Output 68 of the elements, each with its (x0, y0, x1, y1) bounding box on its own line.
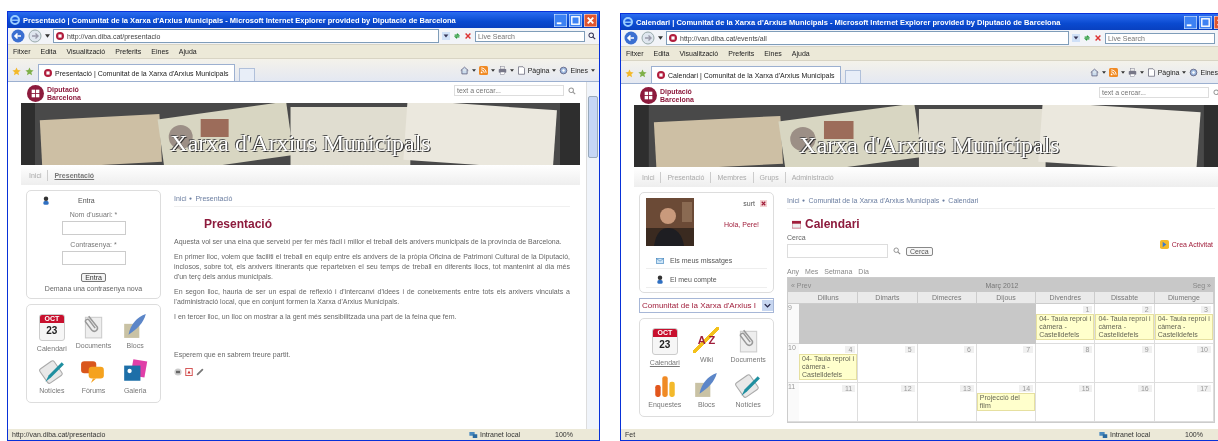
speech-bubbles-icon[interactable] (80, 358, 107, 384)
back-button[interactable] (624, 31, 638, 45)
input-field[interactable] (61, 221, 126, 235)
caret-icon[interactable] (552, 68, 557, 72)
caret-icon[interactable] (471, 68, 476, 72)
site-icon (44, 69, 52, 77)
refresh-icon[interactable] (1083, 34, 1091, 42)
caret-icon (762, 300, 773, 311)
star-icon[interactable] (12, 67, 21, 76)
caret-icon[interactable] (1139, 70, 1144, 74)
caret-icon[interactable] (442, 32, 450, 40)
browser-icon (10, 15, 20, 25)
calendar-day: 23 (652, 337, 677, 353)
link-icon[interactable] (196, 368, 204, 376)
photos-icon[interactable] (122, 358, 149, 384)
print-icon[interactable] (174, 368, 182, 376)
stop-icon[interactable] (1094, 34, 1102, 42)
browser-icon (623, 17, 633, 27)
add-favorite-icon[interactable] (25, 67, 34, 76)
back-button[interactable] (11, 29, 25, 43)
caret-icon[interactable] (658, 36, 663, 40)
breadcrumb-separator (189, 197, 193, 200)
caret-icon[interactable] (1072, 34, 1080, 42)
caret-icon[interactable] (1120, 70, 1125, 74)
caret-icon[interactable] (45, 34, 50, 38)
quill-icon[interactable] (693, 372, 720, 398)
quill-icon[interactable] (122, 313, 149, 339)
network-icon (1099, 430, 1108, 439)
site-icon (657, 71, 665, 79)
refresh-icon[interactable] (453, 32, 461, 40)
minimize-button[interactable] (1184, 15, 1197, 29)
caret-icon[interactable] (490, 68, 495, 72)
maximize-button[interactable] (1199, 15, 1212, 29)
gear-icon (1189, 67, 1199, 77)
page-title: Calendari (805, 217, 860, 231)
caret-icon[interactable] (1101, 70, 1106, 74)
add-favorite-icon[interactable] (638, 69, 647, 78)
search-icon[interactable] (588, 32, 596, 40)
pdf-icon[interactable] (185, 368, 193, 376)
page-icon (516, 65, 526, 75)
gear-icon (559, 65, 569, 75)
close-icon[interactable] (760, 200, 767, 207)
scrollbar[interactable] (586, 82, 599, 429)
calendar-icon (792, 219, 801, 229)
user-icon (42, 196, 50, 205)
star-icon[interactable] (625, 69, 634, 78)
caret-icon[interactable] (509, 68, 514, 72)
add-event-icon (1159, 240, 1169, 249)
calendar-day: 23 (39, 323, 64, 339)
caret-icon[interactable] (1182, 70, 1187, 74)
breadcrumb-separator (942, 199, 946, 202)
network-icon (469, 430, 478, 439)
caret-icon[interactable] (591, 68, 595, 72)
maximize-button[interactable] (569, 13, 582, 27)
minimize-button[interactable] (554, 13, 567, 27)
site-icon (669, 34, 677, 42)
print-icon[interactable] (1127, 67, 1137, 77)
input-field[interactable] (61, 251, 126, 265)
site-icon (56, 32, 64, 40)
stop-icon[interactable] (464, 32, 472, 40)
envelope-icon (656, 256, 664, 265)
print-icon[interactable] (497, 65, 507, 75)
page-title: Presentació (204, 217, 274, 231)
user-icon (656, 275, 664, 284)
close-button[interactable] (584, 13, 597, 27)
group-select[interactable]: Comunitat de la Xarxa d'Arxius I (639, 298, 774, 313)
breadcrumb-separator (802, 199, 806, 202)
page-icon (1146, 67, 1156, 77)
